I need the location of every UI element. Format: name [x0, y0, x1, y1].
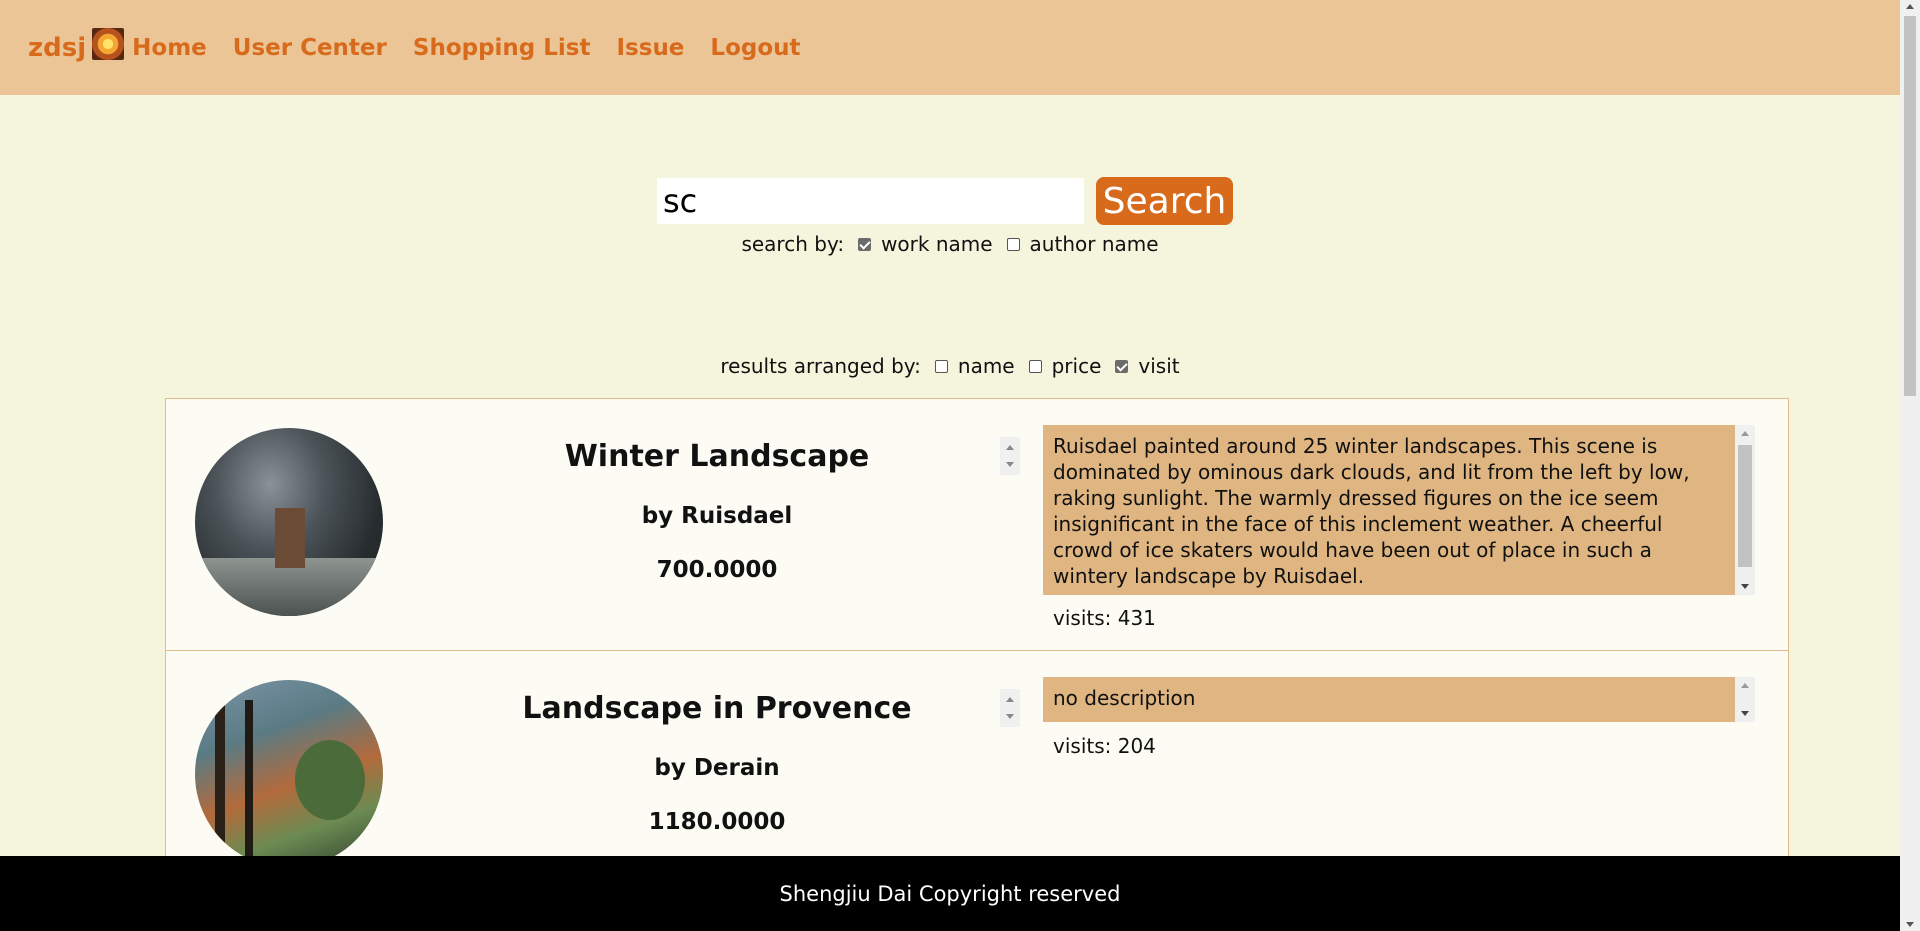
work-name-label: work name	[881, 232, 993, 256]
artwork-author: by Ruisdael	[641, 503, 793, 529]
scroll-down-arrow-icon[interactable]	[1741, 584, 1749, 589]
nav-home-link[interactable]: Home	[132, 35, 207, 61]
arrange-by-options: results arranged by: name price visit	[0, 354, 1900, 378]
artwork-thumbnail[interactable]	[195, 428, 383, 616]
arrange-visit-checkbox[interactable]	[1115, 359, 1129, 373]
author-name-label: author name	[1029, 232, 1159, 256]
result-item[interactable]: Winter Landscape by Ruisdael 700.0000 Ru…	[166, 399, 1788, 651]
artwork-price: 700.0000	[656, 557, 778, 583]
arrange-name-checkbox[interactable]	[934, 359, 948, 373]
artwork-thumbnail[interactable]	[195, 680, 383, 868]
footer: Shengjiu Dai Copyright reserved	[0, 856, 1900, 931]
page-scrollbar[interactable]	[1900, 0, 1920, 931]
search-bar: Search	[657, 177, 1233, 225]
arrange-price-label: price	[1051, 354, 1102, 378]
nav-issue-link[interactable]: Issue	[617, 35, 685, 61]
brand[interactable]: zdsj	[28, 27, 125, 63]
search-by-label: search by:	[741, 232, 845, 256]
page-scroll-up-icon[interactable]	[1906, 4, 1914, 9]
scroll-down-arrow-icon[interactable]	[1741, 711, 1749, 716]
page-scroll-thumb[interactable]	[1904, 16, 1916, 396]
results-list: Winter Landscape by Ruisdael 700.0000 Ru…	[165, 398, 1789, 903]
nav-logout-link[interactable]: Logout	[710, 35, 800, 61]
arrange-visit-label: visit	[1138, 354, 1180, 378]
scroll-thumb[interactable]	[1738, 445, 1752, 567]
scroll-up-arrow-icon[interactable]	[1741, 431, 1749, 436]
visit-count: visits: 431	[1053, 606, 1156, 630]
nav-shopping-list-link[interactable]: Shopping List	[413, 35, 591, 61]
page-scroll-down-icon[interactable]	[1906, 922, 1914, 927]
arrange-name-label: name	[957, 354, 1015, 378]
arrange-price-checkbox[interactable]	[1028, 359, 1042, 373]
brand-name[interactable]: zdsj	[28, 33, 86, 63]
nav-menu: Home User Center Shopping List Issue Log…	[132, 35, 826, 61]
quantity-spinner[interactable]	[1000, 689, 1020, 727]
visit-count: visits: 204	[1053, 734, 1156, 758]
artwork-title[interactable]: Landscape in Provence	[442, 691, 992, 726]
nav-user-center-link[interactable]: User Center	[233, 35, 387, 61]
search-by-options: search by: work name author name	[0, 232, 1900, 256]
artwork-author: by Derain	[654, 755, 780, 781]
artwork-description: no description	[1043, 677, 1735, 722]
work-name-checkbox[interactable]	[858, 237, 872, 251]
scroll-up-arrow-icon[interactable]	[1741, 683, 1749, 688]
top-navbar: zdsj Home User Center Shopping List Issu…	[0, 0, 1900, 95]
author-name-checkbox[interactable]	[1006, 237, 1020, 251]
logo-icon	[92, 27, 125, 60]
copyright-text: Shengjiu Dai Copyright reserved	[779, 881, 1121, 906]
artwork-title[interactable]: Winter Landscape	[442, 439, 992, 474]
description-scrollbar[interactable]	[1735, 677, 1755, 722]
search-button[interactable]: Search	[1096, 177, 1233, 225]
quantity-spinner[interactable]	[1000, 437, 1020, 475]
artwork-description: Ruisdael painted around 25 winter landsc…	[1043, 425, 1735, 595]
arrange-by-label: results arranged by:	[720, 354, 921, 378]
artwork-price: 1180.0000	[648, 809, 786, 835]
description-scrollbar[interactable]	[1735, 425, 1755, 595]
search-input[interactable]	[657, 178, 1084, 224]
